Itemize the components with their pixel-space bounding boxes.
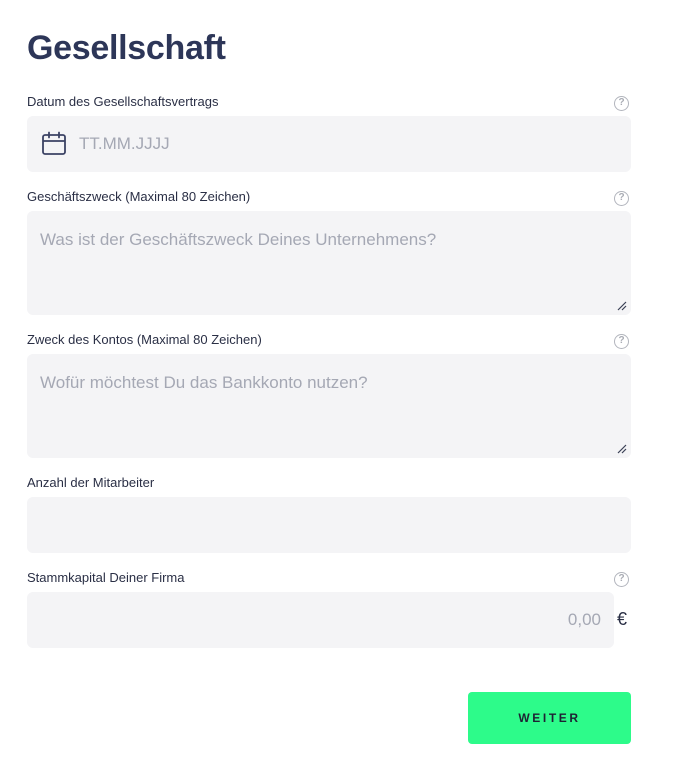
business-purpose-textarea[interactable] [27,211,631,315]
business-purpose-field [27,211,631,315]
account-purpose-textarea[interactable] [27,354,631,458]
page-title: Gesellschaft [27,29,226,67]
contract-date-label: Datum des Gesellschaftsvertrags [27,94,219,109]
business-purpose-help-icon[interactable]: ? [614,191,629,206]
share-capital-input[interactable] [27,592,614,648]
contract-date-help-icon[interactable]: ? [614,96,629,111]
employee-count-label: Anzahl der Mitarbeiter [27,475,155,490]
currency-symbol: € [617,609,628,629]
share-capital-field [27,592,614,648]
account-purpose-help-icon[interactable]: ? [614,334,629,349]
business-purpose-label: Geschäftszweck (Maximal 80 Zeichen) [27,189,251,204]
contract-date-field [27,116,631,172]
account-purpose-field [27,354,631,458]
resize-handle-icon[interactable] [617,444,627,454]
next-button[interactable]: WEITER [468,692,631,744]
resize-handle-icon[interactable] [617,301,627,311]
employee-count-field [27,497,631,553]
company-form-page: Gesellschaft Datum des Gesellschaftsvert… [0,0,690,772]
calendar-icon[interactable] [41,131,67,157]
employee-count-input[interactable] [27,497,631,553]
share-capital-label: Stammkapital Deiner Firma [27,570,185,585]
share-capital-help-icon[interactable]: ? [614,572,629,587]
account-purpose-label: Zweck des Kontos (Maximal 80 Zeichen) [27,332,262,347]
contract-date-input[interactable] [77,116,617,172]
